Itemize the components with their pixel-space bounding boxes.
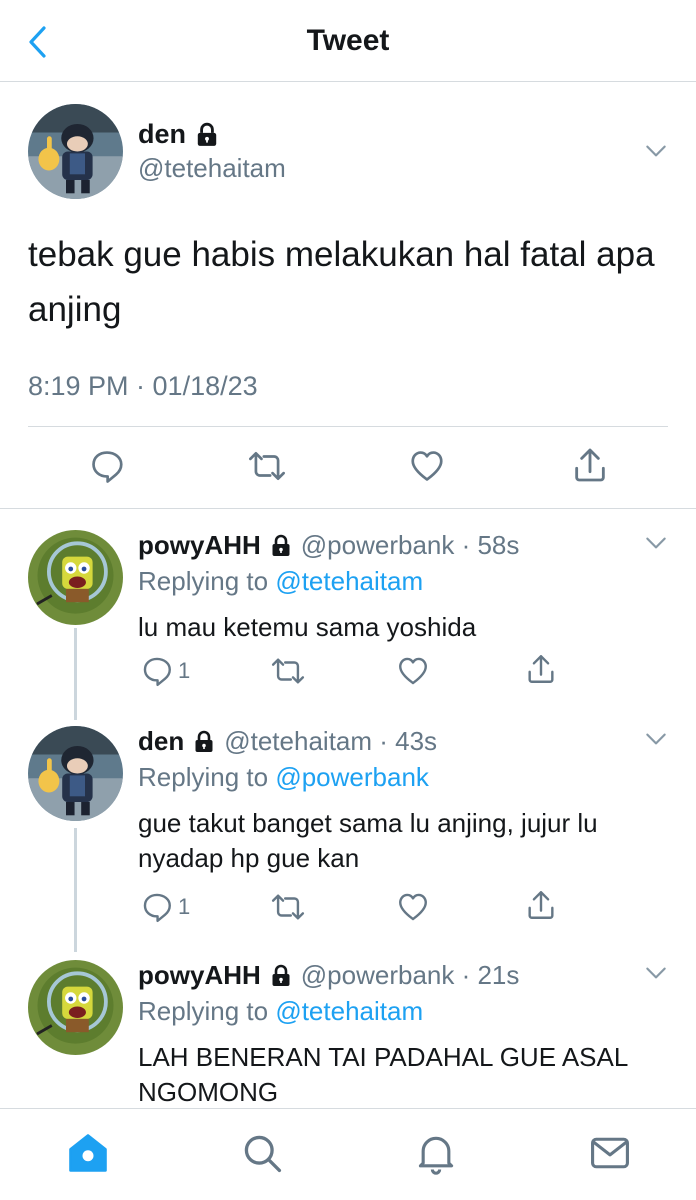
lock-icon xyxy=(192,730,216,754)
avatar-image xyxy=(28,726,123,821)
home-icon xyxy=(69,1134,107,1172)
lock-icon xyxy=(269,964,293,988)
main-tweet: den @tetehaitam tebak gue habis melakuka… xyxy=(0,83,696,509)
tweet-options-button[interactable] xyxy=(641,136,671,166)
mention-link[interactable]: @powerbank xyxy=(275,762,429,792)
chevron-down-icon xyxy=(643,138,669,164)
replying-to: Replying to @powerbank xyxy=(138,762,429,793)
tab-home[interactable] xyxy=(66,1131,110,1175)
replying-prefix: Replying to xyxy=(138,566,276,596)
like-button[interactable] xyxy=(396,890,430,924)
heart-icon xyxy=(396,890,430,924)
like-button[interactable] xyxy=(396,654,430,688)
display-name: den xyxy=(138,119,187,149)
reply-header: den @tetehaitam · 43s xyxy=(138,726,437,757)
reply-header: powyAHH @powerbank · 21s xyxy=(138,960,519,991)
replying-to: Replying to @tetehaitam xyxy=(138,996,423,1027)
mention-link[interactable]: @tetehaitam xyxy=(275,996,423,1026)
reply-count: 1 xyxy=(178,658,191,683)
reply-count: 1 xyxy=(178,894,191,919)
replying-to: Replying to @tetehaitam xyxy=(138,566,423,597)
like-button[interactable] xyxy=(408,447,446,485)
tweet-actions: 1 xyxy=(0,654,696,690)
avatar[interactable] xyxy=(28,530,123,625)
reply-tweet[interactable]: den @tetehaitam · 43s Replying to @power… xyxy=(0,724,696,952)
share-icon xyxy=(524,652,558,686)
retweet-button[interactable] xyxy=(270,654,306,688)
display-name[interactable]: powyAHH xyxy=(138,960,261,991)
reply-button[interactable]: 1 xyxy=(140,654,190,688)
tweet-actions xyxy=(0,443,696,493)
lock-icon xyxy=(269,534,293,558)
avatar[interactable] xyxy=(28,104,123,199)
top-bar: Tweet xyxy=(0,0,696,82)
share-button[interactable] xyxy=(524,888,558,922)
share-icon xyxy=(570,445,610,485)
handle-time: @powerbank · 58s xyxy=(300,530,520,560)
avatar-image xyxy=(28,530,123,625)
retweet-icon xyxy=(245,447,289,485)
reply-header: powyAHH @powerbank · 58s xyxy=(138,530,519,561)
share-button[interactable] xyxy=(524,652,558,686)
author-name-row[interactable]: den xyxy=(138,119,220,150)
share-icon xyxy=(524,888,558,922)
bottom-tab-bar xyxy=(0,1108,696,1200)
reply-button[interactable] xyxy=(88,447,126,485)
reply-button[interactable]: 1 xyxy=(140,890,190,924)
heart-icon xyxy=(396,654,430,688)
reply-icon xyxy=(88,447,126,485)
handle-time: @powerbank · 21s xyxy=(300,960,520,990)
page-title: Tweet xyxy=(306,24,390,57)
retweet-button[interactable] xyxy=(270,890,306,924)
mail-icon xyxy=(591,1137,629,1169)
tweet-text: LAH BENERAN TAI PADAHAL GUE ASAL NGOMONG xyxy=(138,1042,628,1107)
reply-icon xyxy=(140,654,174,688)
tweet-options-button[interactable] xyxy=(641,724,671,754)
handle-time: @tetehaitam · 43s xyxy=(224,726,438,756)
mention-link[interactable]: @tetehaitam xyxy=(275,566,423,596)
reply-icon xyxy=(140,890,174,924)
avatar[interactable] xyxy=(28,960,123,1055)
handle[interactable]: @tetehaitam xyxy=(138,153,286,184)
chevron-down-icon xyxy=(643,726,669,752)
divider xyxy=(28,426,668,427)
tweet-text: lu mau ketemu sama yoshida xyxy=(138,612,477,642)
chevron-down-icon xyxy=(643,530,669,556)
tab-search[interactable] xyxy=(240,1131,284,1175)
retweet-icon xyxy=(270,890,306,924)
heart-icon xyxy=(408,447,446,485)
retweet-button[interactable] xyxy=(245,447,289,485)
display-name[interactable]: powyAHH xyxy=(138,530,261,561)
avatar-image xyxy=(28,104,123,199)
tweet-actions: 1 xyxy=(0,890,696,926)
replying-prefix: Replying to xyxy=(138,996,276,1026)
chevron-down-icon xyxy=(643,960,669,986)
share-button[interactable] xyxy=(570,445,610,485)
search-icon xyxy=(244,1135,282,1173)
reply-tweet[interactable]: powyAHH @powerbank · 21s Replying to @te… xyxy=(0,960,696,1108)
reply-tweet[interactable]: powyAHH @powerbank · 58s Replying to @te… xyxy=(0,528,696,720)
avatar[interactable] xyxy=(28,726,123,821)
avatar-image xyxy=(28,960,123,1055)
replying-prefix: Replying to xyxy=(138,762,276,792)
tweet-options-button[interactable] xyxy=(641,528,671,558)
tweet-options-button[interactable] xyxy=(641,960,671,988)
lock-icon xyxy=(194,122,220,148)
retweet-icon xyxy=(270,654,306,688)
tab-messages[interactable] xyxy=(588,1131,632,1175)
tab-notifications[interactable] xyxy=(414,1131,458,1175)
tweet-text: tebak gue habis melakukan hal fatal apa … xyxy=(28,235,655,329)
display-name[interactable]: den xyxy=(138,726,184,757)
bell-icon xyxy=(418,1136,454,1175)
tweet-text: gue takut banget sama lu anjing, jujur l… xyxy=(138,808,598,873)
timestamp[interactable]: 8:19 PM · 01/18/23 xyxy=(28,371,258,402)
